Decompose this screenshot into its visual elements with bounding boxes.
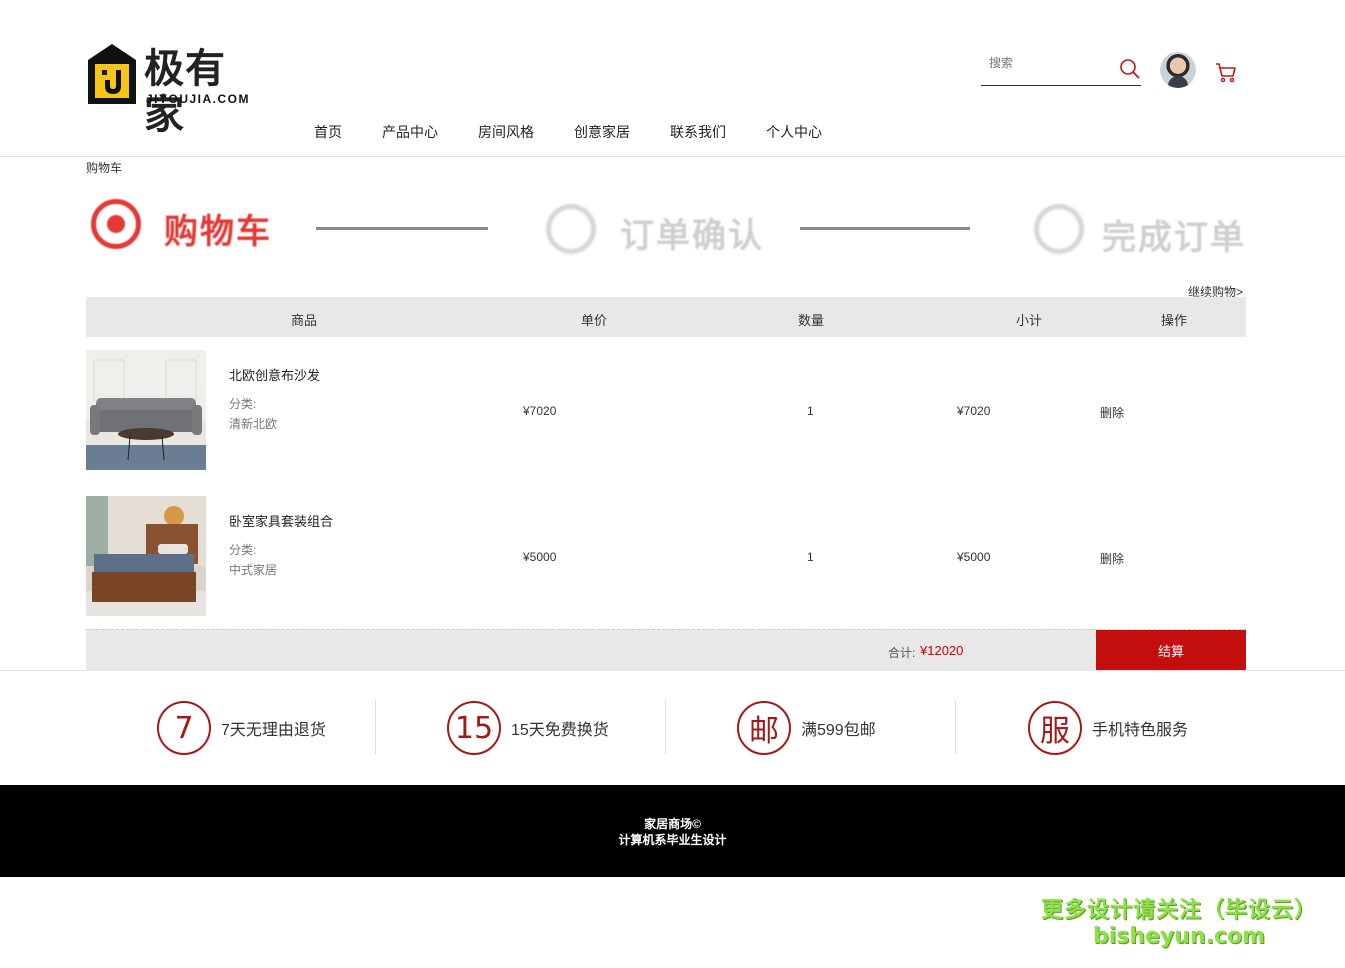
watermark-line1: 更多设计请关注（毕设云） (1040, 898, 1317, 923)
checkout-steps: 购物车 订单确认 完成订单 (86, 190, 1246, 270)
col-product: 商品 (291, 313, 318, 328)
return-7-days-icon: 7 (157, 701, 211, 755)
footer-copyright: 家居商场© (644, 817, 701, 831)
step-confirm-icon (546, 204, 596, 254)
logo-house-icon (88, 44, 136, 104)
step-confirm-label: 订单确认 (620, 216, 764, 256)
unit-price: ¥7020 (523, 404, 557, 418)
product-name[interactable]: 北欧创意布沙发 (229, 365, 320, 384)
service-separator (955, 700, 956, 754)
delete-button[interactable]: 删除 (1100, 404, 1124, 421)
col-quantity: 数量 (798, 313, 825, 328)
nav-home[interactable]: 首页 (314, 122, 342, 142)
subtotal: ¥5000 (957, 550, 991, 564)
service-label: 15天免费换货 (511, 722, 609, 739)
search-input[interactable] (989, 56, 1109, 70)
nav-creative-home[interactable]: 创意家居 (574, 122, 630, 142)
delete-button[interactable]: 删除 (1100, 550, 1124, 567)
watermark: 更多设计请关注（毕设云） bisheyun.com (1041, 892, 1317, 949)
service-label: 满599包邮 (801, 722, 876, 739)
product-category: 清新北欧 (229, 417, 278, 431)
step-cart-label: 购物车 (164, 212, 272, 252)
product-category-label: 分类: (229, 397, 257, 411)
service-label: 手机特色服务 (1092, 722, 1189, 739)
breadcrumb[interactable]: 购物车 (86, 159, 122, 176)
product-category: 中式家居 (229, 563, 278, 577)
exchange-15-days-icon: 15 (447, 701, 501, 755)
product-image-bed[interactable] (86, 496, 206, 616)
checkout-button[interactable]: 结算 (1096, 630, 1246, 671)
nav-profile[interactable]: 个人中心 (766, 122, 822, 142)
service-mobile: 服 手机特色服务 (1028, 700, 1188, 756)
product-image-sofa[interactable] (86, 350, 206, 470)
search-box (981, 52, 1141, 86)
free-shipping-icon: 邮 (737, 701, 791, 755)
cart-icon[interactable] (1214, 60, 1238, 84)
quantity: 1 (807, 550, 814, 564)
header-divider (0, 156, 1345, 157)
total-label: 合计: (888, 646, 916, 660)
service-separator (665, 700, 666, 754)
col-action: 操作 (1161, 313, 1188, 328)
footer-credit: 计算机系毕业生设计 (618, 833, 727, 847)
nav-contact[interactable]: 联系我们 (670, 122, 726, 142)
service-label: 7天无理由退货 (221, 722, 326, 739)
cart-table-header: 商品 单价 数量 小计 操作 (86, 297, 1246, 337)
site-footer: 家居商场© 计算机系毕业生设计 (0, 785, 1345, 877)
cart-row: 北欧创意布沙发 分类: 清新北欧 ¥7020 1 ¥7020 删除 (86, 350, 1246, 472)
subtotal: ¥7020 (957, 404, 991, 418)
step-complete-label: 完成订单 (1102, 218, 1246, 258)
logo-subtitle: JIYOUJIA.COM (146, 92, 251, 106)
search-icon[interactable] (1119, 58, 1141, 80)
quantity: 1 (807, 404, 814, 418)
step-connector (316, 227, 488, 230)
service-return: 7 7天无理由退货 (157, 700, 326, 756)
logo[interactable]: 极有家 JIYOUJIA.COM (86, 42, 266, 138)
mobile-service-icon: 服 (1028, 701, 1082, 755)
service-separator (375, 700, 376, 754)
nav-products[interactable]: 产品中心 (382, 122, 438, 142)
avatar[interactable] (1160, 52, 1196, 88)
nav-room-styles[interactable]: 房间风格 (478, 122, 534, 142)
step-complete-icon (1034, 204, 1084, 254)
col-unit-price: 单价 (581, 313, 608, 328)
cart-row: 卧室家具套装组合 分类: 中式家居 ¥5000 1 ¥5000 删除 (86, 496, 1246, 618)
step-connector (800, 227, 970, 230)
product-name[interactable]: 卧室家具套装组合 (229, 511, 333, 530)
step-cart-icon (91, 199, 141, 249)
main-nav: 首页 产品中心 房间风格 创意家居 联系我们 个人中心 (314, 122, 822, 142)
unit-price: ¥5000 (523, 550, 557, 564)
service-shipping: 邮 满599包邮 (737, 700, 876, 756)
col-subtotal: 小计 (1016, 313, 1043, 328)
watermark-line2: bisheyun.com (1092, 924, 1266, 949)
section-divider (0, 670, 1345, 671)
product-category-label: 分类: (229, 543, 257, 557)
cart-total-bar: 合计: ¥12020 结算 (86, 629, 1246, 671)
service-exchange: 15 15天免费换货 (447, 700, 609, 756)
total-value: ¥12020 (920, 643, 964, 658)
